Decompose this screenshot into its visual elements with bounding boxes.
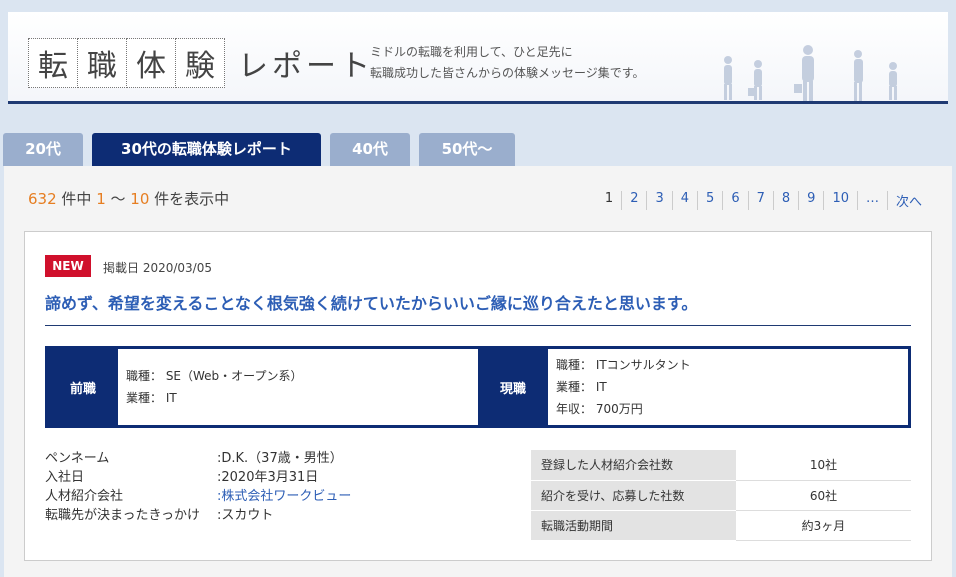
stats-key: 紹介を受け、応募した社数 bbox=[531, 480, 736, 511]
profile-key: 人材紹介会社 bbox=[45, 489, 124, 504]
page-ellipsis: … bbox=[858, 191, 888, 210]
count-text: 件を表示中 bbox=[149, 190, 230, 208]
title-char: 験 bbox=[175, 38, 225, 88]
profile-value: :2020年3月31日 bbox=[217, 470, 319, 485]
tab-40s[interactable]: 40代 bbox=[330, 133, 410, 166]
stats-row: 紹介を受け、応募した社数 60社 bbox=[531, 480, 911, 511]
page-link[interactable]: 10 bbox=[824, 191, 858, 210]
title-char: 職 bbox=[77, 38, 127, 88]
current-job-details: 職種： ITコンサルタント 業種： IT 年収： 700万円 bbox=[548, 349, 908, 425]
pagination: 1 2 3 4 5 6 7 8 9 10 … 次へ bbox=[597, 191, 930, 210]
banner-desc-line: ミドルの転職を利用して、ひと足先に bbox=[370, 45, 573, 59]
page-link[interactable]: 5 bbox=[698, 191, 724, 210]
stats-value: 10社 bbox=[736, 450, 911, 481]
page-link[interactable]: 4 bbox=[673, 191, 699, 210]
result-count: 632 件中 1 〜 10 件を表示中 bbox=[28, 188, 229, 209]
page-link[interactable]: 2 bbox=[622, 191, 648, 210]
job-line: 職種： SE（Web・オープン系） bbox=[126, 369, 303, 383]
stats-value: 60社 bbox=[736, 480, 911, 511]
agency-link[interactable]: :株式会社ワークビュー bbox=[217, 487, 351, 506]
page-link[interactable]: 8 bbox=[774, 191, 800, 210]
current-job-label: 現職 bbox=[499, 381, 526, 397]
divider bbox=[45, 325, 911, 326]
profile-key: 入社日 bbox=[45, 470, 85, 485]
count-text: 〜 bbox=[105, 190, 131, 208]
page-link[interactable]: 3 bbox=[647, 191, 673, 210]
new-badge: NEW bbox=[45, 255, 91, 277]
count-text: 件中 bbox=[56, 190, 97, 208]
range-to: 10 bbox=[130, 190, 150, 208]
job-line: 年収： 700万円 bbox=[556, 402, 643, 416]
next-page-link[interactable]: 次へ bbox=[888, 191, 930, 210]
stats-value: 約3ヶ月 bbox=[736, 510, 911, 541]
total-count: 632 bbox=[28, 190, 57, 208]
profile-row: 転職先が決まったきっかけ :スカウト bbox=[45, 506, 351, 525]
job-line: 業種： IT bbox=[556, 380, 607, 394]
range-from: 1 bbox=[96, 190, 106, 208]
profile-row: 入社日 :2020年3月31日 bbox=[45, 468, 351, 487]
age-tabs: 20代 30代の転職体験レポート 40代 50代〜 bbox=[3, 133, 515, 166]
report-headline-link[interactable]: 諦めず、希望を変えることなく根気強く続けていたからいいご縁に巡り合えたと思います… bbox=[45, 290, 697, 314]
stats-key: 転職活動期間 bbox=[531, 510, 736, 541]
title-char: 転 bbox=[28, 38, 78, 88]
businesspeople-illustration bbox=[724, 45, 897, 101]
profile-key: ペンネーム bbox=[45, 451, 110, 466]
banner-description: ミドルの転職を利用して、ひと足先に 転職成功した皆さんからの体験メッセージ集です… bbox=[370, 42, 645, 84]
stats-row: 転職活動期間 約3ヶ月 bbox=[531, 510, 911, 541]
profile-key: 転職先が決まったきっかけ bbox=[45, 508, 200, 523]
tab-30s[interactable]: 30代の転職体験レポート bbox=[92, 133, 321, 166]
banner-desc-line: 転職成功した皆さんからの体験メッセージ集です。 bbox=[370, 66, 645, 80]
banner-title: 転 職 体 験 レポート bbox=[28, 38, 374, 88]
profile-value: :スカウト bbox=[217, 508, 274, 523]
job-line: 職種： ITコンサルタント bbox=[556, 358, 691, 372]
profile-info: ペンネーム :D.K.（37歳・男性） 入社日 :2020年3月31日 人材紹介… bbox=[45, 449, 351, 525]
page-current: 1 bbox=[597, 191, 623, 210]
job-line: 業種： IT bbox=[126, 391, 177, 405]
tab-50s[interactable]: 50代〜 bbox=[419, 133, 515, 166]
page-link[interactable]: 7 bbox=[749, 191, 774, 210]
title-char: 体 bbox=[126, 38, 176, 88]
tab-20s[interactable]: 20代 bbox=[3, 133, 83, 166]
stats-table: 登録した人材紹介会社数 10社 紹介を受け、応募した社数 60社 転職活動期間 … bbox=[531, 450, 911, 541]
header-banner: 転 職 体 験 レポート ミドルの転職を利用して、ひと足先に 転職成功した皆さん… bbox=[8, 12, 948, 104]
banner-subtitle: レポート bbox=[238, 49, 374, 84]
previous-job-label: 前職 bbox=[69, 381, 96, 397]
page-link[interactable]: 6 bbox=[723, 191, 749, 210]
stats-key: 登録した人材紹介会社数 bbox=[531, 450, 736, 481]
profile-value: :D.K.（37歳・男性） bbox=[217, 451, 343, 466]
report-card: NEW 掲載日 2020/03/05 諦めず、希望を変えることなく根気強く続けて… bbox=[24, 231, 932, 561]
profile-row: ペンネーム :D.K.（37歳・男性） bbox=[45, 449, 351, 468]
job-comparison: 前職 職種： SE（Web・オープン系） 業種： IT 現職 職種： ITコンサ… bbox=[45, 346, 911, 428]
content-panel: 632 件中 1 〜 10 件を表示中 1 2 3 4 5 6 7 8 9 10… bbox=[4, 166, 952, 577]
page-link[interactable]: 9 bbox=[799, 191, 825, 210]
previous-job-details: 職種： SE（Web・オープン系） 業種： IT bbox=[118, 349, 478, 425]
publish-date: 掲載日 2020/03/05 bbox=[103, 261, 212, 275]
profile-row: 人材紹介会社 :株式会社ワークビュー bbox=[45, 487, 351, 506]
stats-row: 登録した人材紹介会社数 10社 bbox=[531, 450, 911, 481]
